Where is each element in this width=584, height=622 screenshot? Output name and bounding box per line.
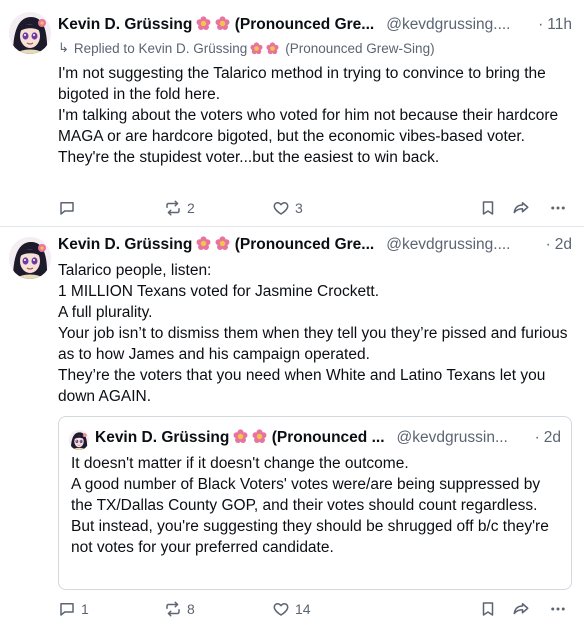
like-button[interactable]: 3 [272,199,303,217]
repost-icon [166,601,180,617]
quote-paragraph: It doesn't matter if it doesn't change t… [71,455,409,472]
author-name[interactable]: Kevin D. Grüssing (Pronounced Gre... [58,236,374,254]
repost-icon [166,200,180,216]
share-button[interactable] [511,600,531,618]
like-button[interactable]: 14 [272,600,311,618]
like-icon [273,603,289,616]
reply-icon [60,202,74,215]
reply-to-suffix: (Pronounced Grew-Sing) [285,40,435,56]
author-name[interactable]: Kevin D. Grüssing (Pronounced Gre... [58,16,374,34]
post-paragraph: Talarico people, listen: [58,262,212,279]
post-actions: 2 3 [58,197,572,219]
quote-paragraph: But instead, you're suggesting they shou… [71,518,549,556]
repost-button[interactable]: 8 [164,600,195,618]
separator-dot: · [545,236,551,253]
flower-emoji [266,42,279,55]
repost-button[interactable]: 2 [164,199,195,217]
post-paragraph: 1 MILLION Texans voted for Jasmine Crock… [58,283,380,300]
quote-author-handle: @kevdgrussin... [396,429,508,446]
flower-emoji [250,42,263,55]
author-handle[interactable]: @kevdgrussing.... [386,236,539,254]
share-icon [513,603,529,615]
repost-count: 2 [187,200,195,216]
post-paragraph: A full plurality. [58,304,153,321]
return-arrow-icon: ↳ [58,40,69,55]
repost-count: 8 [187,601,195,617]
post[interactable]: Kevin D. Grüssing (Pronounced Gre... @ke… [0,228,584,622]
avatar[interactable] [9,12,51,54]
like-count: 14 [295,601,311,617]
share-button[interactable] [511,199,531,217]
flower-emoji [215,236,230,251]
separator-dot: · [534,429,540,446]
post-paragraph: They're the stupidest voter...but the ea… [58,149,440,166]
bookmark-icon [482,201,494,215]
bookmark-button[interactable] [479,600,497,618]
quote-avatar [69,430,89,450]
bookmark-button[interactable] [479,199,497,217]
post-text: I'm not suggesting the Talarico method i… [58,63,570,168]
post-actions: 1 8 14 [58,598,572,620]
post-paragraph: Your job isn’t to dismiss them when they… [58,325,568,363]
quote-timestamp: 2d [543,429,561,446]
flower-emoji [196,16,211,31]
flower-emoji [252,429,267,444]
more-options-button[interactable] [548,199,568,217]
reply-to-label: Replied to Kevin D. Grüssing [73,40,248,56]
post-header: Kevin D. Grüssing (Pronounced Gre... @ke… [58,236,572,258]
like-icon [273,202,289,215]
quoted-post[interactable]: Kevin D. Grüssing (Pronounced ... @kevdg… [58,416,572,590]
post-paragraph: I'm not suggesting the Talarico method i… [58,65,546,103]
more-icon [551,206,565,210]
flower-emoji [215,16,230,31]
quote-paragraph: A good number of Black Voters' votes wer… [71,476,541,514]
post-timestamp[interactable]: 11h [547,16,572,34]
quote-header: Kevin D. Grüssing (Pronounced ... @kevdg… [95,429,561,447]
quote-author-name: Kevin D. Grüssing (Pronounced ... [95,429,385,446]
post-timestamp[interactable]: 2d [555,236,572,254]
avatar[interactable] [9,237,51,279]
reply-count: 1 [81,601,89,617]
quote-text: It doesn't matter if it doesn't change t… [71,453,561,558]
reply-icon [60,603,74,616]
author-handle[interactable]: @kevdgrussing.... [386,16,532,34]
reply-context[interactable]: ↳ Replied to Kevin D. Grüssing (Pronounc… [58,40,435,56]
share-icon [513,202,529,214]
flower-emoji [196,236,211,251]
reply-button[interactable] [58,199,81,217]
reply-button[interactable]: 1 [58,600,89,618]
more-options-button[interactable] [548,600,568,618]
separator-dot: · [538,16,544,33]
like-count: 3 [295,200,303,216]
post-header: Kevin D. Grüssing (Pronounced Gre... @ke… [58,16,572,38]
post-paragraph: They’re the voters that you need when Wh… [58,367,546,405]
more-icon [551,607,565,611]
post[interactable]: Kevin D. Grüssing (Pronounced Gre... @ke… [0,0,584,227]
flower-emoji [233,429,248,444]
bookmark-icon [482,602,494,616]
post-paragraph: I'm talking about the voters who voted f… [58,107,559,145]
post-text: Talarico people, listen: 1 MILLION Texan… [58,260,570,407]
